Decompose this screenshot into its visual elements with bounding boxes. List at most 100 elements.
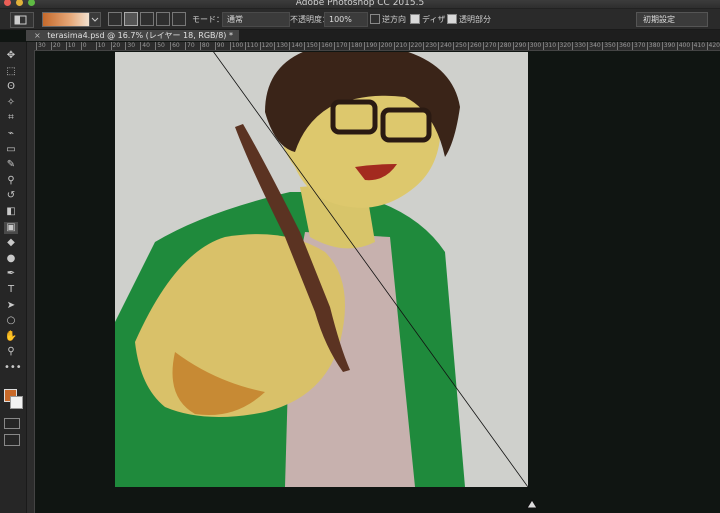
ruler-tick-label: 100 xyxy=(229,42,244,50)
ruler-tick-label: 330 xyxy=(572,42,586,50)
ruler-tick-label: 0 xyxy=(80,42,87,50)
ruler-tick-label: 400 xyxy=(676,42,691,50)
transparency-label: 透明部分 xyxy=(459,14,491,24)
magic-wand-tool-icon[interactable]: ✧ xyxy=(4,97,18,109)
background-color-swatch[interactable] xyxy=(10,396,23,409)
type-tool-icon[interactable]: T xyxy=(4,284,18,296)
shape-tool-icon[interactable]: ○ xyxy=(4,315,18,327)
ruler-tick-label: 90 xyxy=(214,42,225,50)
ruler-tick-label: 240 xyxy=(438,42,452,50)
ruler-tick-label: 200 xyxy=(378,42,393,50)
document-tab[interactable]: × terasima4.psd @ 16.7% (レイヤー 18, RGB/8)… xyxy=(26,30,239,41)
ruler-tick-label: 140 xyxy=(289,42,303,50)
ruler-tick-label: 390 xyxy=(661,42,676,50)
title-bar: Adobe Photoshop CC 2015.5 xyxy=(0,0,720,9)
ruler-tick-label: 320 xyxy=(557,42,571,50)
pen-tool-icon[interactable]: ✒ xyxy=(4,268,18,280)
tool-preset-picker[interactable] xyxy=(10,12,34,28)
ruler-tick-label: 380 xyxy=(646,42,661,50)
canvas-area[interactable] xyxy=(35,51,720,513)
stamp-tool-icon[interactable]: ⚲ xyxy=(4,175,18,187)
ruler-tick-label: 190 xyxy=(363,42,378,50)
marquee-tool-icon[interactable]: ⬚ xyxy=(4,66,18,78)
eraser-tool-icon[interactable]: ◧ xyxy=(4,206,18,218)
dither-checkbox[interactable] xyxy=(410,14,420,24)
ruler-tick-label: 130 xyxy=(274,42,288,50)
gradient-tool-preset-icon xyxy=(14,15,27,25)
ruler-tick-label: 260 xyxy=(468,42,482,50)
blur-tool-icon[interactable]: ◆ xyxy=(4,237,18,249)
ruler-tick-label: 20 xyxy=(110,42,121,50)
quick-mask-icon[interactable] xyxy=(4,418,20,429)
ruler-tick-label: 360 xyxy=(617,42,631,50)
ruler-tick-label: 420 xyxy=(706,42,720,50)
ruler-tick-label: 60 xyxy=(170,42,180,50)
ruler-tick-label: 110 xyxy=(244,42,259,50)
gradient-preview[interactable] xyxy=(42,12,90,27)
tab-close-icon[interactable]: × xyxy=(34,31,41,40)
reset-essentials-button[interactable]: 初期設定 xyxy=(636,12,708,27)
options-bar: モード： 通常 不透明度： 100% 逆方向 ディザ 透明部分 初期設定 xyxy=(0,9,720,30)
crop-tool-icon[interactable]: ⌗ xyxy=(4,112,18,124)
chevron-down-icon xyxy=(91,17,99,22)
ruler-tick-label: 10 xyxy=(65,42,76,50)
brush-tool-icon[interactable]: ✎ xyxy=(4,159,18,171)
ruler-tick-label: 270 xyxy=(482,42,497,50)
radial-gradient-button[interactable] xyxy=(124,12,138,26)
more-tools-icon[interactable]: ••• xyxy=(4,362,22,374)
frame-tool-icon[interactable]: ▭ xyxy=(4,144,18,156)
gradient-tool-icon[interactable]: ▣ xyxy=(4,221,18,234)
ruler-tick-label: 280 xyxy=(497,42,512,50)
reflected-gradient-button[interactable] xyxy=(156,12,170,26)
angle-gradient-button[interactable] xyxy=(140,12,154,26)
dither-label: ディザ xyxy=(422,14,446,24)
ruler-tick-label: 80 xyxy=(199,42,210,50)
ruler-tick-label: 30 xyxy=(36,42,46,50)
ruler-tick-label: 220 xyxy=(408,42,422,50)
ruler-tick-label: 120 xyxy=(259,42,273,50)
ruler-tick-label: 370 xyxy=(631,42,646,50)
modified-indicator: * xyxy=(228,31,233,40)
ruler-tick-label: 310 xyxy=(542,42,557,50)
hand-tool-icon[interactable]: ✋ xyxy=(4,331,18,343)
transparency-checkbox[interactable] xyxy=(447,14,457,24)
reverse-label: 逆方向 xyxy=(382,14,406,24)
ruler-tick-label: 170 xyxy=(333,42,348,50)
opacity-input[interactable]: 100% xyxy=(324,12,368,27)
mode-select[interactable]: 通常 xyxy=(222,12,290,27)
artwork-canvas[interactable] xyxy=(115,52,528,487)
gradient-picker-dropdown[interactable] xyxy=(89,12,101,27)
mode-label: モード： xyxy=(192,14,224,24)
zoom-tool-icon[interactable]: ⚲ xyxy=(4,346,18,358)
tools-panel: ✥ ⬚ ʘ ✧ ⌗ ⌁ ▭ ✎ ⚲ ↺ ◧ ▣ ◆ ● ✒ T ➤ ○ ✋ ⚲ ••• xyxy=(0,42,27,513)
eyedropper-tool-icon[interactable]: ⌁ xyxy=(4,128,18,140)
linear-gradient-button[interactable] xyxy=(108,12,122,26)
lasso-tool-icon[interactable]: ʘ xyxy=(4,81,18,93)
ruler-tick-label: 250 xyxy=(453,42,467,50)
ruler-tick-label: 230 xyxy=(423,42,437,50)
ruler-tick-label: 150 xyxy=(304,42,318,50)
screen-mode-icon[interactable] xyxy=(4,434,20,446)
document-tab-label: terasima4.psd @ 16.7% (レイヤー 18, RGB/8) xyxy=(47,31,227,40)
horizontal-ruler[interactable]: 30 20 10 0 10 20 30 40 50 60 70 80 90 100 110 120 130 140… xyxy=(34,42,720,51)
dodge-tool-icon[interactable]: ● xyxy=(4,253,18,265)
ruler-tick-label: 50 xyxy=(155,42,165,50)
history-brush-tool-icon[interactable]: ↺ xyxy=(4,190,18,202)
reverse-checkbox[interactable] xyxy=(370,14,380,24)
ruler-tick-label: 10 xyxy=(95,42,106,50)
ruler-tick-label: 410 xyxy=(691,42,706,50)
ruler-tick-label: 290 xyxy=(512,42,527,50)
vertical-ruler[interactable] xyxy=(26,42,35,513)
ruler-tick-label: 70 xyxy=(185,42,195,50)
ruler-tick-label: 180 xyxy=(348,42,363,50)
app-title: Adobe Photoshop CC 2015.5 xyxy=(295,0,425,8)
move-tool-icon[interactable]: ✥ xyxy=(4,50,18,62)
gradient-cursor-icon xyxy=(526,499,538,509)
ruler-tick-label: 30 xyxy=(125,42,136,50)
path-select-tool-icon[interactable]: ➤ xyxy=(4,300,18,312)
ruler-tick-label: 350 xyxy=(602,42,616,50)
diamond-gradient-button[interactable] xyxy=(172,12,186,26)
document-tab-bar: × terasima4.psd @ 16.7% (レイヤー 18, RGB/8)… xyxy=(26,30,720,41)
ruler-tick-label: 160 xyxy=(319,42,333,50)
ruler-tick-label: 300 xyxy=(527,42,542,50)
